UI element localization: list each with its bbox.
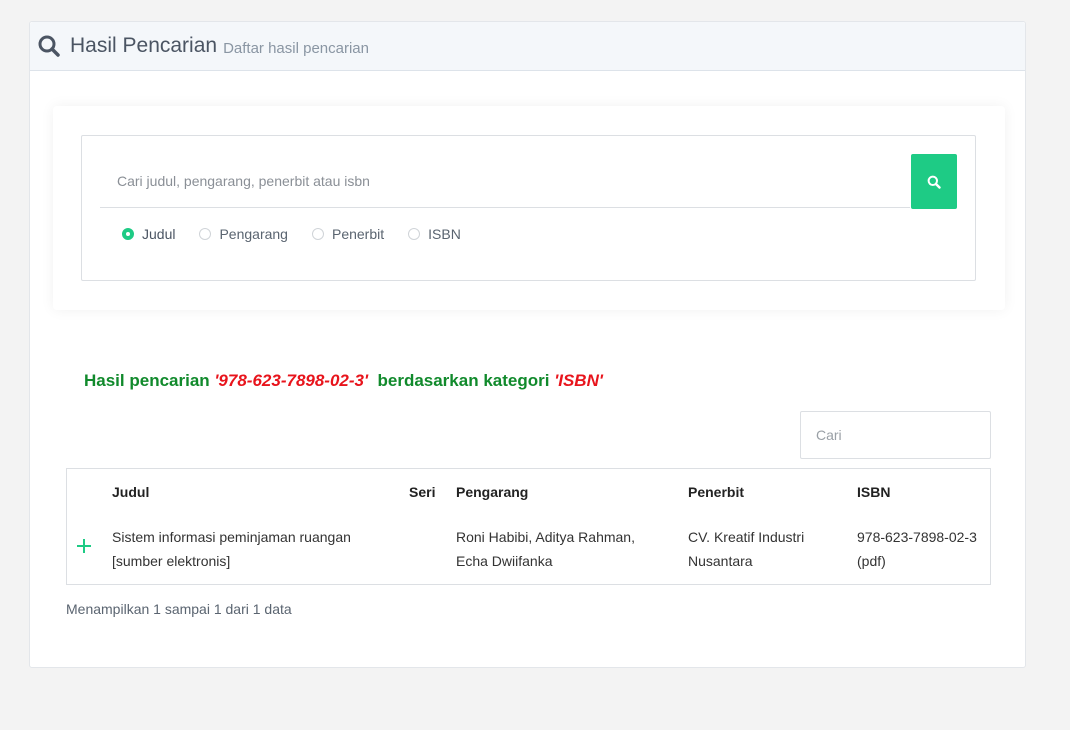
radio-isbn[interactable]: ISBN <box>408 226 461 242</box>
search-panel: Judul Pengarang Penerbit ISBN <box>53 106 1005 310</box>
column-header-penerbit[interactable]: Penerbit <box>688 484 744 500</box>
column-header-judul[interactable]: Judul <box>112 484 149 500</box>
cell-line: 978-623-7898-02-3 <box>857 529 977 545</box>
radio-penerbit[interactable]: Penerbit <box>311 226 385 242</box>
radio-indicator[interactable] <box>311 228 324 240</box>
result-middle: berdasarkan kategori <box>377 371 555 390</box>
radio-judul[interactable]: Judul <box>122 226 175 242</box>
radio-label: Judul <box>142 226 176 242</box>
result-prefix: Hasil pencarian <box>84 371 215 390</box>
cell-line: [sumber elektronis] <box>112 553 231 569</box>
radio-label: Pengarang <box>219 226 288 242</box>
table-info: Menampilkan 1 sampai 1 dari 1 data <box>66 601 292 617</box>
table-filter-input[interactable] <box>800 411 991 459</box>
radio-indicator[interactable] <box>122 228 134 240</box>
expand-row-plus-icon[interactable] <box>77 539 91 553</box>
column-header-pengarang[interactable]: Pengarang <box>456 484 528 500</box>
search-category-options: Judul Pengarang Penerbit ISBN <box>122 226 485 242</box>
radio-pengarang[interactable]: Pengarang <box>199 226 288 242</box>
search-box: Judul Pengarang Penerbit ISBN <box>81 135 976 281</box>
search-icon <box>38 35 60 57</box>
results-table: Judul Seri Pengarang Penerbit ISBN Siste… <box>66 468 991 585</box>
cell-line: CV. Kreatif Industri <box>688 529 805 545</box>
search-button[interactable] <box>911 154 957 209</box>
cell-line: Echa Dwiifanka <box>456 553 553 569</box>
cell-line: (pdf) <box>857 553 886 569</box>
page-subtitle: Daftar hasil pencarian <box>223 39 369 57</box>
search-icon <box>927 175 941 189</box>
cell-penerbit: CV. Kreatif Industri Nusantara <box>688 525 804 573</box>
result-category: 'ISBN' <box>554 371 603 390</box>
column-header-isbn[interactable]: ISBN <box>857 484 890 500</box>
cell-pengarang: Roni Habibi, Aditya Rahman, Echa Dwiifan… <box>456 525 635 573</box>
radio-label: ISBN <box>428 226 461 242</box>
radio-indicator[interactable] <box>199 228 212 240</box>
result-query: '978-623-7898-02-3' <box>214 371 369 390</box>
cell-line: Nusantara <box>688 553 753 569</box>
radio-label: Penerbit <box>331 226 385 242</box>
column-header-seri[interactable]: Seri <box>409 484 435 500</box>
cell-line: Roni Habibi, Aditya Rahman, <box>456 529 635 545</box>
result-heading: Hasil pencarian '978-623-7898-02-3' berd… <box>84 371 603 391</box>
page-title: Hasil Pencarian <box>70 34 218 57</box>
search-results-card: Hasil Pencarian Daftar hasil pencarian J… <box>29 21 1026 668</box>
cell-isbn: 978-623-7898-02-3 (pdf) <box>857 525 977 573</box>
radio-indicator[interactable] <box>408 228 421 240</box>
search-input[interactable] <box>100 154 910 208</box>
cell-judul: Sistem informasi peminjaman ruangan [sum… <box>112 525 351 573</box>
card-header: Hasil Pencarian Daftar hasil pencarian <box>30 22 1025 71</box>
cell-line: Sistem informasi peminjaman ruangan <box>112 529 351 545</box>
